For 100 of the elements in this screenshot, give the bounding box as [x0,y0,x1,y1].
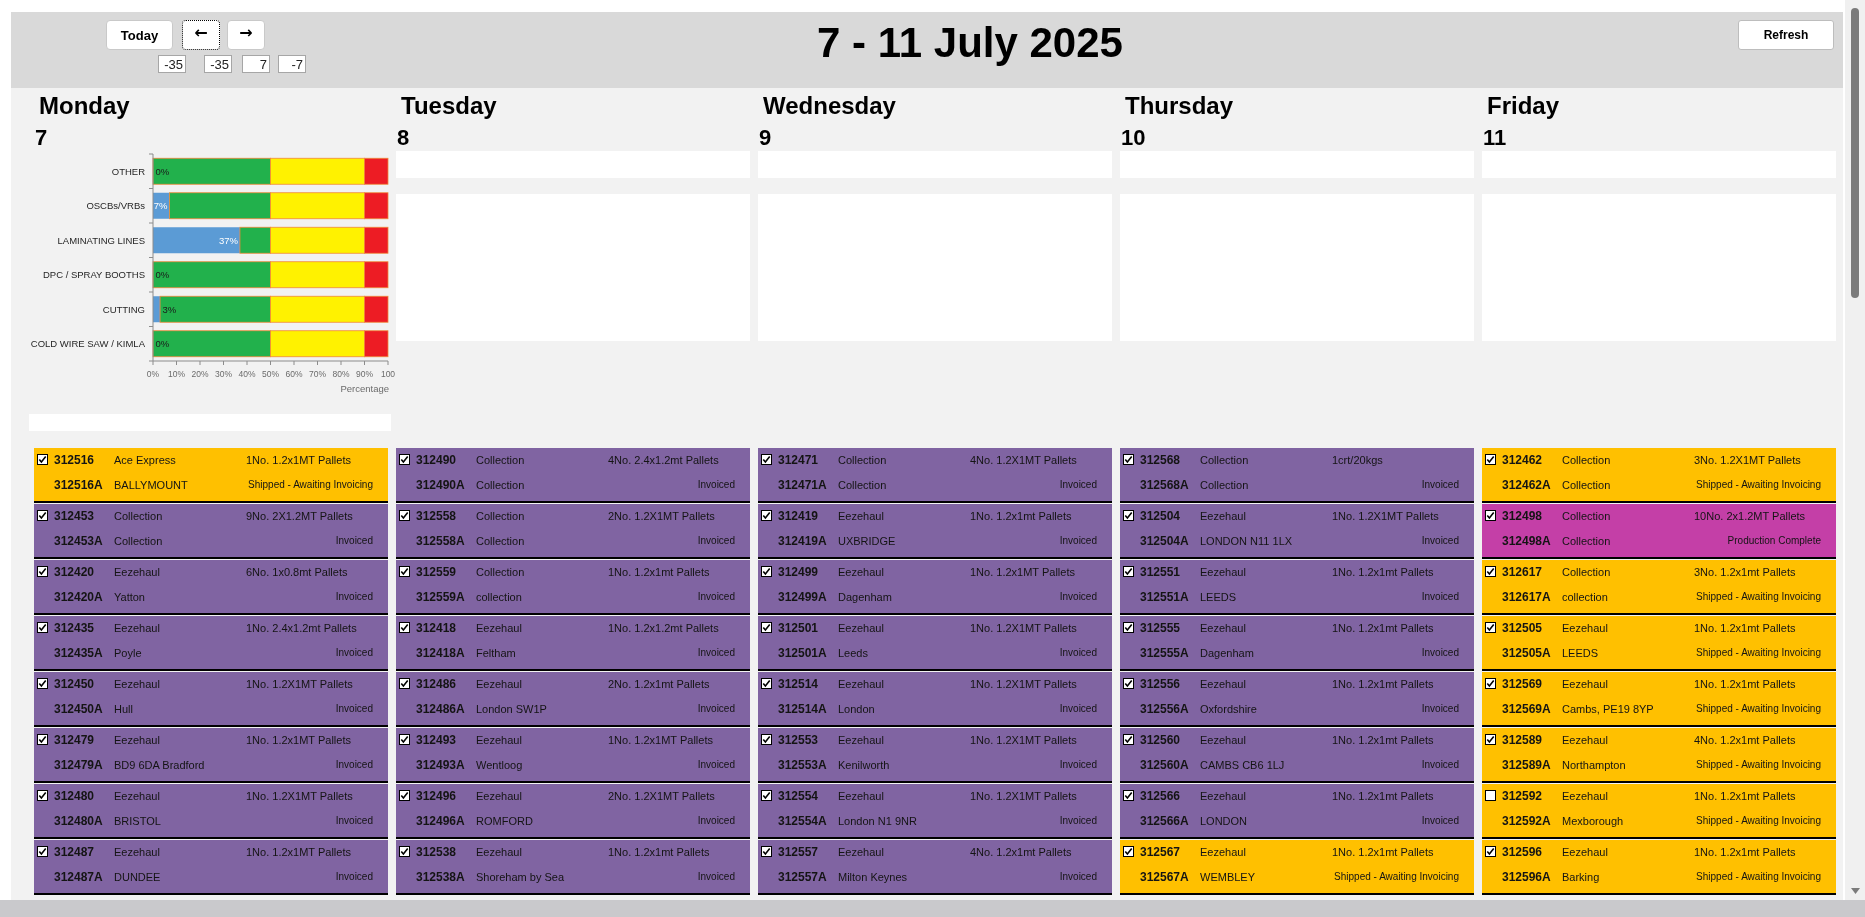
checkbox[interactable] [399,566,410,577]
order-number: 312551 [1140,564,1181,579]
checkbox[interactable] [761,622,772,633]
checkbox[interactable] [37,454,48,465]
checkbox[interactable] [399,622,410,633]
reference-number: 312569A [1502,701,1551,716]
axis-tick-label: 10% [168,369,185,379]
checkbox[interactable] [1123,566,1134,577]
carrier-name: Eezehaul [476,677,522,690]
checkbox[interactable] [761,566,772,577]
reference-number: 312556A [1140,701,1189,716]
checkbox[interactable] [399,846,410,857]
destination: London SW1P [476,702,547,715]
previous-button[interactable]: ← [182,20,220,50]
checkbox[interactable] [1485,510,1496,521]
carrier-name: Collection [1562,565,1611,578]
checkbox[interactable] [399,790,410,801]
number-field[interactable]: -7 [278,55,306,73]
axis-tick-label: 100 [380,369,396,379]
carrier-name: Collection [114,509,163,522]
reference-number: 312505A [1502,645,1551,660]
checkbox[interactable] [761,790,772,801]
carrier-name: Eezehaul [1200,677,1246,690]
order-number: 312450 [54,676,95,691]
vertical-scrollbar[interactable] [1845,0,1865,900]
order-status: Invoiced [1421,591,1459,602]
checkbox[interactable] [761,454,772,465]
checkbox[interactable] [399,734,410,745]
destination: WEMBLEY [1200,870,1255,883]
pallet-count: 1No. 1.2X1MT Pallets [246,677,353,690]
reference-number: 312566A [1140,813,1189,828]
checkbox[interactable] [1485,734,1496,745]
today-button[interactable]: Today [106,20,173,50]
checkbox[interactable] [399,678,410,689]
checkbox[interactable] [1123,734,1134,745]
checkbox[interactable] [1485,622,1496,633]
checkbox[interactable] [37,678,48,689]
pallet-count: 9No. 2X1.2MT Pallets [246,509,353,522]
carrier-name: Collection [1562,453,1611,466]
destination: Mexborough [1562,814,1624,827]
next-button[interactable]: → [227,20,265,50]
checkbox[interactable] [1485,566,1496,577]
pallet-count: 1No. 1.2x1MT Pallets [246,733,351,746]
checkbox[interactable] [761,678,772,689]
checkbox[interactable] [1485,790,1496,801]
checkbox[interactable] [1485,454,1496,465]
checkbox[interactable] [1485,678,1496,689]
order-number: 312486 [416,676,457,691]
checkbox[interactable] [1123,846,1134,857]
reference-number: 312499A [778,589,827,604]
checkbox[interactable] [37,566,48,577]
checkbox[interactable] [1123,678,1134,689]
checkbox[interactable] [399,510,410,521]
number-field[interactable]: -35 [158,55,186,73]
order-number: 312420 [54,564,95,579]
order-number: 312553 [778,732,819,747]
destination: CAMBS CB6 1LJ [1200,758,1285,771]
order-status: Shipped - Awaiting Invoicing [1696,815,1821,826]
carrier-name: Eezehaul [114,677,160,690]
checkbox[interactable] [1123,510,1134,521]
number-field[interactable]: 7 [242,55,270,73]
order-status: Invoiced [1421,535,1459,546]
checkbox[interactable] [1123,454,1134,465]
checkbox[interactable] [37,622,48,633]
reference-number: 312554A [778,813,827,828]
checkbox[interactable] [1123,790,1134,801]
checkbox[interactable] [1485,846,1496,857]
checkbox[interactable] [37,510,48,521]
carrier-name: Eezehaul [1200,565,1246,578]
destination: Poyle [114,646,142,659]
category-label: CUTTING [102,303,145,315]
destination: BRISTOL [114,814,161,827]
horizontal-scrollbar[interactable] [0,900,1865,917]
scroll-down-icon[interactable] [1850,888,1860,894]
checkbox[interactable] [1123,622,1134,633]
data-label: 0% [155,269,170,281]
checkbox[interactable] [37,790,48,801]
destination: collection [476,590,522,603]
order-status: Invoiced [1059,591,1097,602]
pallet-count: 1No. 1.2x1mt Pallets [1332,677,1434,690]
checkbox[interactable] [761,734,772,745]
checkbox[interactable] [761,846,772,857]
scrollbar-thumb[interactable] [1851,8,1859,298]
checkbox[interactable] [37,846,48,857]
order-status: Invoiced [697,871,735,882]
number-field[interactable]: -35 [204,55,232,73]
checkbox[interactable] [399,454,410,465]
pallet-count: 1crt/20kgs [1332,453,1383,466]
order-number: 312462 [1502,452,1543,467]
refresh-button[interactable]: Refresh [1738,20,1834,50]
destination: Dagenham [838,590,892,603]
carrier-name: Ace Express [114,453,176,466]
checkbox[interactable] [761,510,772,521]
checkbox[interactable] [37,734,48,745]
order-number: 312501 [778,620,819,635]
order-number: 312617 [1502,564,1543,579]
carrier-name: Eezehaul [1200,509,1246,522]
order-number: 312568 [1140,452,1181,467]
data-label: 0% [155,165,170,177]
pallet-count: 1No. 1.2X1MT Pallets [970,677,1077,690]
